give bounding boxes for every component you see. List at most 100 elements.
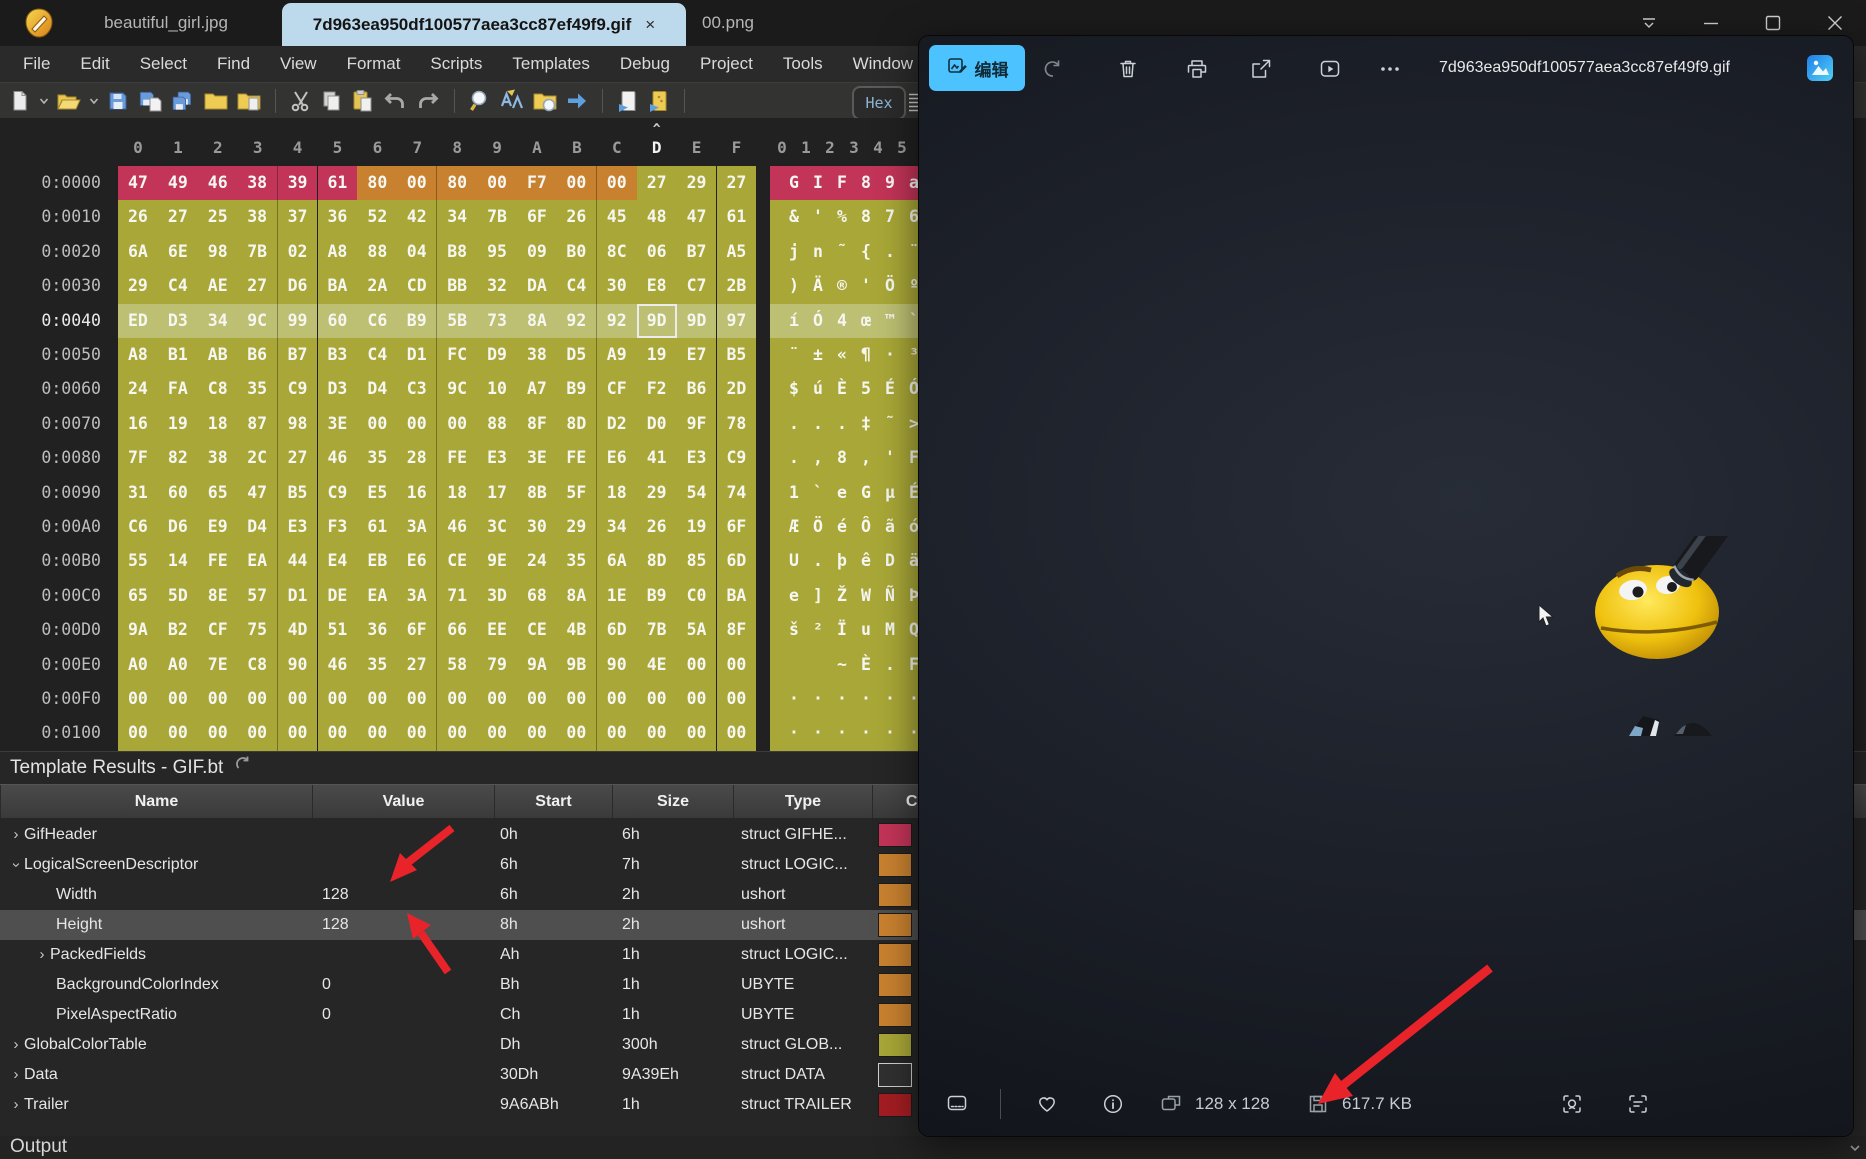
hex-byte[interactable]: 00 [397,716,437,750]
hex-byte[interactable]: C6 [357,304,397,338]
ascii-column[interactable]: íÓ4œ™` [770,304,920,338]
menu-view[interactable]: View [265,46,332,82]
hex-byte[interactable]: 19 [637,338,677,372]
hex-byte[interactable]: 8D [637,544,677,578]
hex-byte[interactable]: 8B [517,476,557,510]
hex-byte[interactable]: 00 [597,166,637,200]
hex-byte[interactable]: 00 [677,716,717,750]
ascii-column[interactable]: U.þêDä [770,544,920,578]
hex-byte[interactable]: 88 [357,235,397,269]
hex-byte[interactable]: D4 [238,510,278,544]
hex-byte[interactable]: 35 [357,441,397,475]
goto-icon[interactable] [565,87,589,115]
hex-byte[interactable]: 38 [238,200,278,234]
print-icon[interactable] [1183,55,1211,83]
column-header-size[interactable]: Size [612,785,733,818]
hex-byte[interactable]: 2C [238,441,278,475]
hex-byte[interactable]: 26 [557,200,597,234]
hex-byte[interactable]: CD [397,269,437,303]
scroll-chevron-icon[interactable] [1848,1141,1862,1159]
save-all-icon[interactable] [170,87,196,115]
hex-byte[interactable]: 29 [637,476,677,510]
hex-byte[interactable]: 92 [597,304,637,338]
hex-byte[interactable]: 00 [477,166,517,200]
hex-byte[interactable]: 6D [597,613,637,647]
hex-byte[interactable]: 00 [397,407,437,441]
hex-byte[interactable]: 36 [357,613,397,647]
hex-byte[interactable]: 3E [318,407,358,441]
hex-byte[interactable]: 47 [118,166,158,200]
hex-byte[interactable]: 00 [318,682,358,716]
hex-byte[interactable]: 00 [437,716,477,750]
hex-byte[interactable]: 00 [397,166,437,200]
hex-byte[interactable]: 75 [238,613,278,647]
more-icon[interactable] [1376,55,1404,83]
hex-byte[interactable]: EA [357,579,397,613]
hex-byte[interactable]: 3A [397,579,437,613]
hex-byte[interactable]: 58 [437,648,477,682]
hex-byte[interactable]: C4 [158,269,198,303]
hex-byte[interactable]: B2 [158,613,198,647]
hex-byte[interactable]: 9A [118,613,158,647]
hex-byte[interactable]: 00 [437,407,477,441]
hex-byte[interactable]: F2 [637,372,677,406]
copy-icon[interactable] [320,87,344,115]
hex-byte[interactable]: 4E [637,648,677,682]
hex-byte[interactable]: B6 [238,338,278,372]
menu-project[interactable]: Project [685,46,768,82]
hex-byte[interactable]: 45 [597,200,637,234]
hex-byte[interactable]: DE [318,579,358,613]
hex-byte[interactable]: E3 [477,441,517,475]
hex-byte[interactable]: 00 [198,716,238,750]
hex-byte[interactable]: D6 [158,510,198,544]
hex-byte[interactable]: 27 [158,200,198,234]
hex-byte[interactable]: EE [477,613,517,647]
hex-byte[interactable]: B3 [318,338,358,372]
hex-byte[interactable]: 37 [278,200,318,234]
hex-byte[interactable]: 65 [118,579,158,613]
hex-byte[interactable]: 65 [198,476,238,510]
menu-edit[interactable]: Edit [65,46,124,82]
ascii-column[interactable]: ÆÖéÔãó [770,510,920,544]
hex-byte[interactable]: 34 [597,510,637,544]
hex-byte[interactable]: 27 [717,166,757,200]
hex-byte[interactable]: 3E [517,441,557,475]
hex-byte[interactable]: 49 [158,166,198,200]
text-scan-icon[interactable] [1624,1090,1652,1118]
menu-templates[interactable]: Templates [497,46,604,82]
hex-byte[interactable]: 66 [437,613,477,647]
hex-byte[interactable]: E5 [357,476,397,510]
hex-byte[interactable]: 19 [677,510,717,544]
hex-byte[interactable]: 7B [477,200,517,234]
hex-byte[interactable]: C4 [357,338,397,372]
ascii-column[interactable]: ······· [770,682,920,716]
hex-byte[interactable]: 8A [557,579,597,613]
hex-byte[interactable]: 00 [557,716,597,750]
hex-byte[interactable]: 00 [437,682,477,716]
hex-byte[interactable]: CE [517,613,557,647]
chevron-collapsed-icon[interactable]: › [8,1060,24,1090]
hex-byte[interactable]: D5 [557,338,597,372]
column-header-value[interactable]: Value [312,785,494,818]
hex-byte[interactable]: 7B [238,235,278,269]
replace-icon[interactable] [499,87,525,115]
menu-select[interactable]: Select [125,46,202,82]
hex-byte[interactable]: 92 [557,304,597,338]
hex-byte[interactable]: 9B [557,648,597,682]
hex-byte[interactable]: 26 [637,510,677,544]
hex-byte[interactable]: 8F [717,613,757,647]
hex-byte[interactable]: FE [198,544,238,578]
hex-byte[interactable]: EB [357,544,397,578]
hex-byte[interactable]: 02 [278,235,318,269]
hex-byte[interactable]: B8 [437,235,477,269]
hex-byte[interactable]: AE [198,269,238,303]
tab-3[interactable]: 00.png [686,0,770,46]
hex-byte[interactable]: CE [437,544,477,578]
open-folder-icon[interactable] [56,87,82,115]
hex-byte[interactable]: A0 [158,648,198,682]
hex-byte[interactable]: 09 [517,235,557,269]
hex-byte[interactable]: 00 [597,716,637,750]
hex-byte[interactable]: 82 [158,441,198,475]
face-scan-icon[interactable] [1558,1090,1586,1118]
hex-byte[interactable]: 51 [318,613,358,647]
